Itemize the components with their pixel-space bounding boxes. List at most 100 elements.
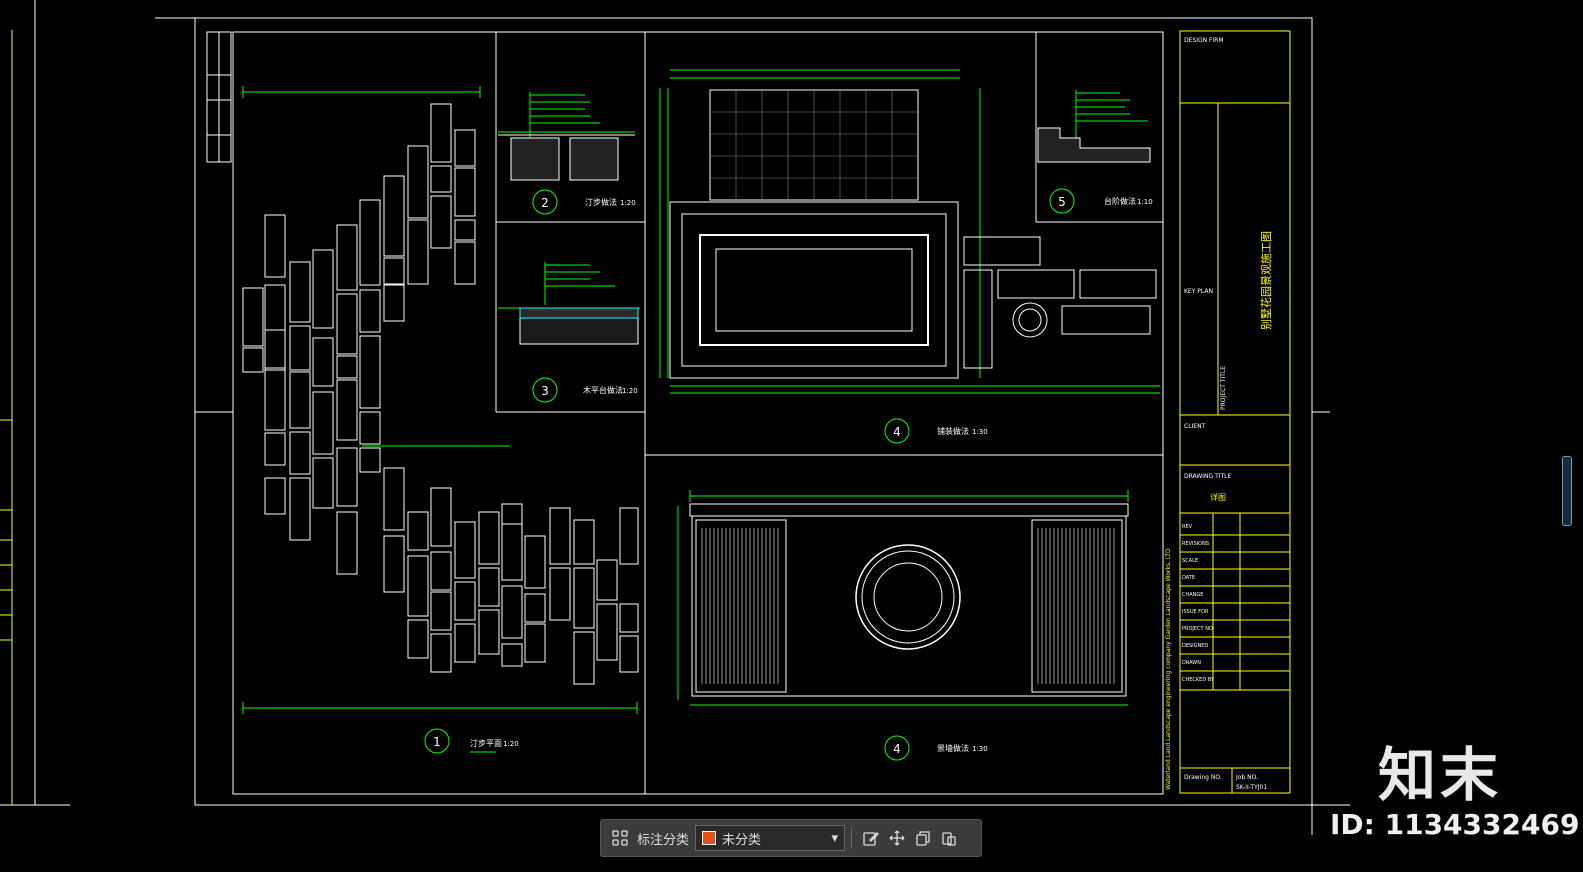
stepping-stone xyxy=(478,567,500,607)
view-2-number: 2 xyxy=(541,196,549,210)
stepping-stone xyxy=(289,477,311,541)
stepping-stone xyxy=(619,635,639,673)
stepping-stone xyxy=(619,603,639,633)
stepping-stone xyxy=(454,581,476,621)
watermark-id: ID: 1134332469 xyxy=(1330,808,1580,841)
view-2-scale: 1:20 xyxy=(620,199,636,207)
stepping-stone xyxy=(359,199,381,286)
stepping-stone xyxy=(289,261,311,323)
view-step-section: 5 台阶做法 1:10 xyxy=(1037,90,1153,214)
stepping-stone xyxy=(573,519,595,565)
title-block-row-label: SCALE xyxy=(1182,558,1198,564)
grid-icon[interactable] xyxy=(607,825,633,851)
drawing-title: 详图 xyxy=(1210,492,1226,502)
side-panel-handle[interactable] xyxy=(1562,456,1572,526)
stepping-stone xyxy=(336,379,358,441)
stepping-stone xyxy=(359,289,381,333)
stepping-stone xyxy=(289,431,311,475)
stepping-stone xyxy=(264,329,286,371)
stepping-stone xyxy=(407,619,429,659)
key-plan-label: KEY PLAN xyxy=(1184,288,1213,295)
stepping-stone xyxy=(501,585,523,639)
stepping-stone xyxy=(478,609,500,655)
stepping-stone xyxy=(596,559,618,601)
stepping-stone xyxy=(430,165,452,193)
stepping-stone xyxy=(524,593,546,623)
stepping-stone xyxy=(383,175,405,257)
category-select[interactable]: 未分类 ▾ xyxy=(695,825,846,851)
stepping-stone xyxy=(501,523,523,581)
view-3-title: 木平台做法 xyxy=(583,385,623,395)
stepping-stone xyxy=(336,355,358,379)
stepping-stone xyxy=(383,257,405,285)
title-block-row-label: ISSUE FOR xyxy=(1182,609,1209,615)
stepping-stone xyxy=(549,567,571,621)
title-block-row-label: CHECKED BY xyxy=(1182,677,1215,683)
view-paving-plan: 4 铺装做法 1:30 xyxy=(659,69,1160,444)
view-5-scale: 1:10 xyxy=(1137,198,1153,206)
stepping-stone xyxy=(383,535,405,593)
view-4a-scale: 1:30 xyxy=(972,428,988,436)
stepping-stone xyxy=(264,432,286,466)
stepping-stone xyxy=(336,447,358,507)
view-5-number: 5 xyxy=(1058,195,1066,209)
stepping-stone xyxy=(242,347,264,373)
move-icon[interactable] xyxy=(884,825,910,851)
category-selected-value: 未分类 xyxy=(722,832,762,848)
stepping-stone xyxy=(359,447,381,473)
title-block-row-label: PROJECT NO. xyxy=(1182,626,1215,632)
stepping-stone xyxy=(524,623,546,663)
view-1-number: 1 xyxy=(433,735,441,749)
stepping-stone xyxy=(549,507,571,565)
title-block-row-label: REVISIONS xyxy=(1182,541,1209,547)
stepping-stone xyxy=(242,287,264,347)
view-2-title: 汀步做法 xyxy=(585,197,617,207)
view-stepping-stone-plan: 1 汀步平面 1:20 xyxy=(242,86,639,754)
stepping-stone xyxy=(501,503,523,525)
stepping-stone xyxy=(430,591,452,631)
stepping-stone xyxy=(312,457,334,509)
cad-drawing-canvas[interactable]: DESIGN FIRM KEY PLAN CLIENT DRAWING TITL… xyxy=(0,0,1583,872)
job-no-label: Job NO. xyxy=(1235,774,1258,781)
view-stepping-stone-section: 2 汀步做法 1:20 xyxy=(498,92,636,215)
stepping-stone xyxy=(430,551,452,591)
stepping-stone xyxy=(407,555,429,617)
stepping-stone xyxy=(430,195,452,249)
title-block-row-label: DESIGNED xyxy=(1182,643,1208,649)
stepping-stone xyxy=(289,371,311,429)
stepping-stone xyxy=(573,631,595,685)
stepping-stone xyxy=(407,145,429,219)
view-4b-title: 景墙做法 xyxy=(937,743,969,753)
project-name: 别墅花园景观施工图 xyxy=(1260,231,1273,330)
job-no-value: SK-II-TYJ01 xyxy=(1236,784,1267,791)
view-wood-deck-section: 3 木平台做法 1:20 xyxy=(498,262,640,403)
view-1-title: 汀步平面 xyxy=(470,739,502,748)
stepping-stone xyxy=(312,249,334,329)
stepping-stone xyxy=(383,467,405,531)
watermark-logo: 知末 xyxy=(1378,741,1503,809)
stepping-stone xyxy=(430,487,452,547)
stepping-stone xyxy=(430,103,452,163)
stepping-stone xyxy=(454,623,476,663)
edit-icon[interactable] xyxy=(858,825,884,851)
drawing-no-label: Drawing NO. xyxy=(1184,774,1222,781)
view-4a-title: 铺装做法 xyxy=(937,426,969,436)
copy-icon[interactable] xyxy=(910,825,936,851)
stepping-stone xyxy=(501,643,523,667)
chevron-down-icon: ▾ xyxy=(831,830,839,846)
view-3-scale: 1:20 xyxy=(622,387,638,395)
view-4b-scale: 1:30 xyxy=(972,745,988,753)
stepping-stone xyxy=(336,293,358,355)
stepping-stone xyxy=(619,507,639,565)
stepping-stone xyxy=(312,337,334,387)
company-name: Waterland Land Landscape engineering com… xyxy=(1165,548,1172,790)
title-block-row-label: CHANGE xyxy=(1182,592,1203,598)
view-4a-number: 4 xyxy=(893,425,901,439)
stepping-stone xyxy=(407,219,429,285)
paste-icon[interactable] xyxy=(936,825,962,851)
stepping-stone xyxy=(454,129,476,167)
view-5-title: 台阶做法 xyxy=(1104,196,1136,206)
view-4b-number: 4 xyxy=(893,742,901,756)
stepping-stone xyxy=(596,603,618,661)
stepping-stone xyxy=(407,511,429,551)
